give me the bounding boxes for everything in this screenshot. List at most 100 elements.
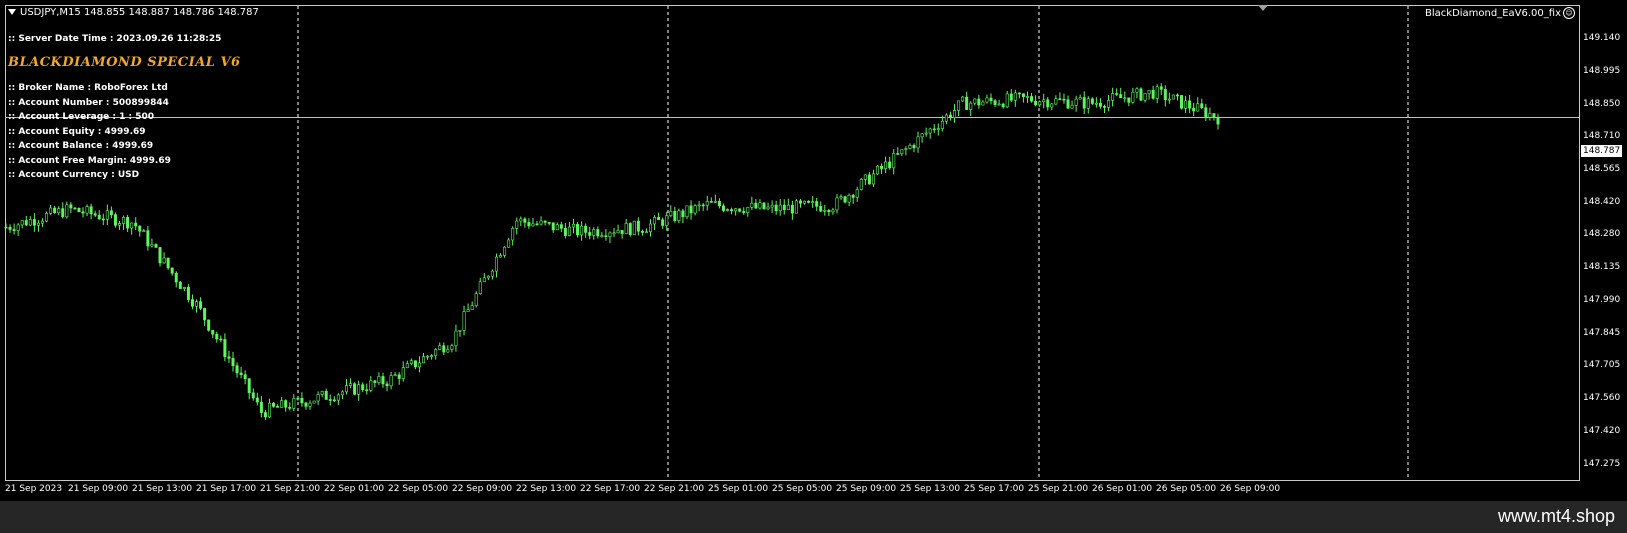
chart-window[interactable]: USDJPY,M15 148.855 148.887 148.786 148.7… <box>0 0 1627 501</box>
candle <box>389 371 393 390</box>
candle <box>920 132 924 143</box>
time-tick-label: 25 Sep 13:00 <box>900 484 961 494</box>
candle <box>636 217 640 236</box>
candle <box>948 111 952 121</box>
candle <box>1103 104 1107 114</box>
time-tick-label: 22 Sep 05:00 <box>388 484 449 494</box>
candle <box>474 291 478 308</box>
candle <box>519 216 523 227</box>
candle <box>843 195 847 204</box>
candle <box>235 362 239 378</box>
candle <box>904 146 908 156</box>
watermark-text: www.mt4.shop <box>1497 506 1615 526</box>
candle <box>446 345 450 353</box>
candle <box>478 277 482 295</box>
candle <box>458 329 462 337</box>
candle <box>490 269 494 280</box>
candle <box>344 379 348 395</box>
ea-name-text: BlackDiamond_EaV6.00_fix <box>1425 8 1561 19</box>
candle <box>754 198 758 210</box>
candle <box>73 207 77 210</box>
candle <box>734 208 738 216</box>
candle <box>782 199 786 215</box>
price-tick-label: 147.560 <box>1583 393 1621 403</box>
candle <box>162 252 166 264</box>
candle <box>1200 98 1204 110</box>
candle <box>677 208 681 224</box>
candle <box>827 208 831 217</box>
chart-shift-marker-icon[interactable] <box>1258 5 1268 11</box>
candle <box>247 378 251 400</box>
candle <box>134 217 138 231</box>
candle <box>304 401 308 410</box>
candle <box>154 243 158 248</box>
price-tick-label: 148.565 <box>1583 164 1621 174</box>
candle <box>1143 93 1147 103</box>
candle <box>1127 97 1131 107</box>
candle <box>620 230 624 239</box>
candle <box>823 204 827 216</box>
candle <box>989 93 993 105</box>
candle <box>24 215 28 227</box>
candle <box>798 198 802 208</box>
candlestick-chart[interactable] <box>0 0 1627 501</box>
candle <box>36 220 40 232</box>
candle <box>563 223 567 239</box>
candle <box>272 402 276 408</box>
candle <box>462 305 466 336</box>
candle <box>349 378 353 389</box>
candle <box>1171 94 1175 100</box>
candle <box>401 361 405 382</box>
candle <box>276 404 280 408</box>
candle <box>97 210 101 220</box>
time-tick-label: 22 Sep 13:00 <box>516 484 577 494</box>
time-tick-label: 26 Sep 01:00 <box>1092 484 1153 494</box>
candle <box>142 228 146 232</box>
candle <box>381 372 385 388</box>
candle <box>1167 92 1171 104</box>
smiley-icon: ☺ <box>1563 7 1575 19</box>
price-tick-label: 147.990 <box>1583 295 1621 305</box>
candle <box>178 280 182 289</box>
candle <box>746 206 750 217</box>
candle <box>251 388 255 401</box>
candle <box>1058 92 1062 101</box>
candle <box>417 356 421 373</box>
candle <box>4 223 8 229</box>
account-equity-text: :: Account Equity : 4999.69 <box>8 127 146 137</box>
candle <box>916 131 920 153</box>
dropdown-triangle-icon[interactable] <box>8 9 16 15</box>
candle <box>243 370 247 385</box>
candle <box>1180 95 1184 110</box>
time-tick-label: 21 Sep 17:00 <box>196 484 257 494</box>
candle <box>527 218 531 229</box>
candle <box>227 350 231 363</box>
candle <box>1038 100 1042 108</box>
candle <box>320 390 324 398</box>
candle <box>470 301 474 311</box>
candle <box>16 223 20 236</box>
candle <box>1196 97 1200 112</box>
candle <box>766 202 770 211</box>
expert-advisor-label[interactable]: BlackDiamond_EaV6.00_fix ☺ <box>1425 7 1575 19</box>
candle <box>101 213 105 226</box>
candle <box>77 207 81 213</box>
candle <box>1119 87 1123 99</box>
candle <box>973 98 977 106</box>
candle <box>49 205 53 215</box>
candle <box>600 232 604 238</box>
candle <box>786 198 790 210</box>
time-tick-label: 25 Sep 09:00 <box>836 484 897 494</box>
candle <box>762 202 766 210</box>
candle <box>730 207 734 215</box>
candle <box>657 212 661 221</box>
candle <box>231 351 235 372</box>
candle <box>884 156 888 174</box>
candle <box>697 201 701 212</box>
candle <box>908 143 912 150</box>
candle <box>770 200 774 213</box>
candle <box>426 355 430 360</box>
time-tick-label: 21 Sep 21:00 <box>260 484 321 494</box>
candle <box>1082 91 1086 115</box>
candle <box>932 124 936 133</box>
